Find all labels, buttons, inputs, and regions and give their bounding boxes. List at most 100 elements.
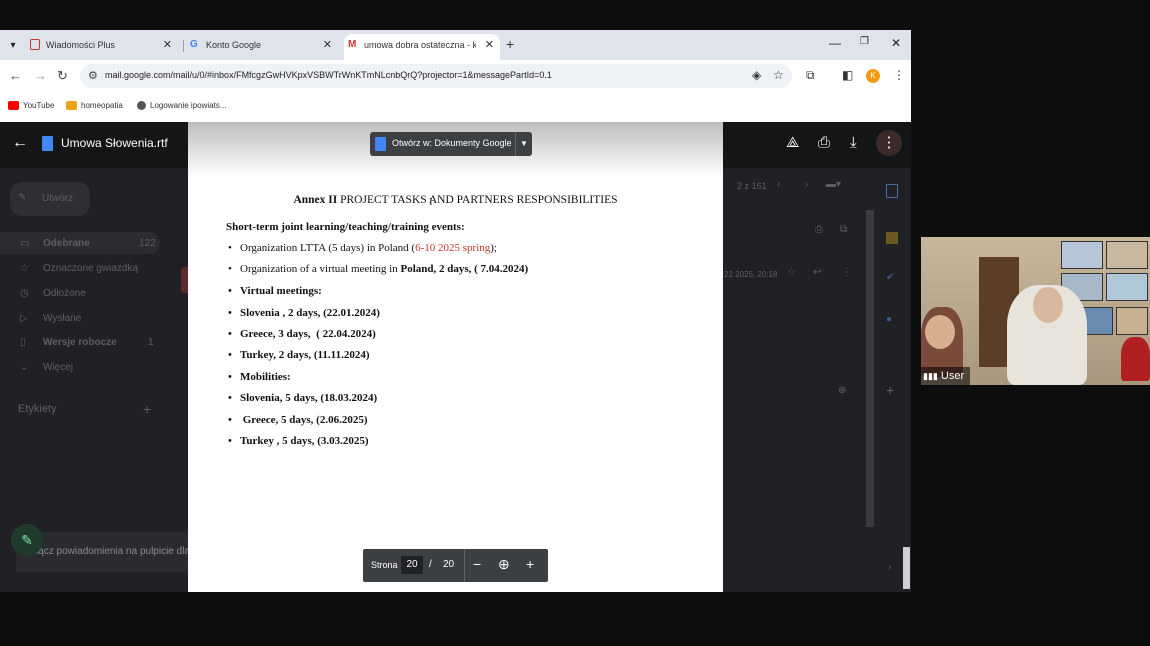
tab-gmail-umowa[interactable]: M umowa dobra ostateczna - kar ✕ (344, 34, 500, 60)
restore-icon[interactable]: ❐ (860, 36, 869, 47)
item-text: Turkey, 2 days, (11.11.2024) (240, 349, 370, 361)
dropdown-icon[interactable]: ▼ (515, 132, 532, 156)
youtube-icon (8, 101, 19, 111)
add-to-drive-icon[interactable]: ⟁ (786, 134, 799, 151)
print-icon[interactable]: ⎙ (818, 134, 830, 151)
lens-icon[interactable]: ◈ (752, 68, 761, 82)
item-text: Organization LTTA (5 days) in Poland ( (240, 242, 416, 254)
reload-icon[interactable]: ↻ (57, 68, 68, 84)
extensions-icon[interactable]: ⧉ (806, 68, 815, 83)
pencil-icon: ✎ (21, 532, 33, 548)
add-attachment-icon[interactable]: ⊕ (838, 385, 846, 396)
page-number-input[interactable]: 20 (401, 556, 423, 574)
annex-title: PROJECT TASKS AND PARTNERS RESPONSIBILIT… (337, 194, 618, 206)
item-text: Virtual meetings: (240, 285, 322, 297)
page-total: 20 (443, 559, 455, 570)
tab-wiadomosci-plus[interactable]: Wiadomości Plus ✕ (26, 34, 178, 60)
close-tab-icon[interactable]: ✕ (485, 34, 494, 56)
item-text: Mobilities: (240, 371, 291, 383)
tab-search-button[interactable]: ▾ (4, 37, 22, 55)
list-item: • Greece, 5 days, (2.06.2025) (228, 414, 368, 426)
sidebar-item-starred[interactable]: Oznaczone gwiazdką (43, 263, 138, 274)
bookmark-logowanie[interactable]: Logowanie ipowiats... (137, 101, 227, 111)
list-item: • Slovenia, 5 days, (18.03.2024) (228, 392, 378, 404)
bookmark-label: Logowanie ipowiats... (150, 101, 227, 110)
open-new-window-icon[interactable]: ⧉ (840, 224, 847, 235)
close-tab-icon[interactable]: ✕ (323, 34, 332, 56)
star-icon[interactable]: ☆ (787, 267, 796, 278)
pager-divider (464, 549, 465, 582)
document-page: Otwórz w: Dokumenty Google ▼ Annex II PR… (188, 122, 723, 592)
attachment-file-name: Umowa Słowenia.rtf (61, 136, 168, 150)
zoom-icon[interactable]: ⊕ (498, 556, 510, 573)
close-window-icon[interactable]: ✕ (891, 36, 901, 50)
bookmark-homeopatia[interactable]: homeopatia (66, 101, 123, 111)
viewer-scroll-thumb[interactable] (903, 547, 910, 589)
sidebar-item-more[interactable]: Więcej (43, 362, 73, 373)
expand-panel-icon[interactable]: › (888, 562, 891, 573)
keyboard-icon[interactable]: ▬▾ (826, 179, 841, 190)
next-icon[interactable]: › (805, 179, 808, 190)
side-panel-icon[interactable]: ◧ (842, 68, 853, 82)
reply-icon[interactable]: ↩ (813, 267, 821, 278)
tab-konto-google[interactable]: G Konto Google ✕ (186, 34, 338, 60)
docs-file-icon (42, 136, 53, 151)
annex-label: Annex II (293, 194, 338, 206)
open-with-docs-button[interactable]: Otwórz w: Dokumenty Google ▼ (370, 132, 532, 156)
wall-picture (1106, 241, 1148, 269)
item-date-red: 6-10 2025 spring (415, 242, 491, 254)
scrollbar[interactable] (866, 210, 874, 527)
page-navigator: Strona 20 / 20 − ⊕ + (363, 549, 548, 582)
download-icon[interactable]: ⤓ (850, 134, 857, 151)
calendar-icon[interactable] (886, 184, 898, 198)
list-item: • Organization of a virtual meeting in Po… (228, 263, 529, 275)
wp-favicon-icon (30, 39, 40, 50)
tasks-icon[interactable]: ✔ (886, 272, 894, 283)
minimize-icon[interactable]: — (829, 36, 841, 50)
sidebar-item-odebrane[interactable]: Odebrane (43, 238, 90, 249)
address-bar[interactable]: ⚙ mail.google.com/mail/u/0/#inbox/FMfcgz… (80, 64, 792, 88)
google-favicon-icon: G (190, 39, 198, 50)
keep-icon[interactable] (886, 232, 898, 244)
browser-menu-icon[interactable]: ⋮ (893, 68, 905, 82)
compose-label: Utwórz (42, 193, 74, 204)
forward-icon[interactable]: → (34, 68, 47, 83)
wall-picture (1061, 241, 1103, 269)
new-tab-button[interactable]: + (506, 36, 514, 52)
zoom-in-icon[interactable]: + (526, 556, 534, 572)
wall-picture (1106, 273, 1148, 301)
gmail-favicon-icon: M (348, 39, 357, 50)
back-icon[interactable]: ← (9, 68, 22, 83)
annex-heading: Annex II PROJECT TASKS AND PARTNERS RESP… (188, 194, 723, 206)
profile-avatar[interactable]: K (866, 69, 880, 83)
zoom-out-icon[interactable]: − (473, 556, 481, 572)
prev-icon[interactable]: ‹ (777, 179, 780, 190)
tab-title: umowa dobra ostateczna - kar (364, 40, 476, 50)
bookmark-star-icon[interactable]: ☆ (773, 68, 784, 82)
close-tab-icon[interactable]: ✕ (163, 34, 172, 56)
site-info-icon[interactable]: ⚙ (88, 69, 98, 82)
back-icon[interactable]: ← (12, 134, 28, 152)
compose-button[interactable]: ✎ Utwórz (10, 182, 90, 216)
list-item: • Turkey, 2 days, (11.11.2024) (228, 349, 370, 361)
bookmark-youtube[interactable]: YouTube (8, 101, 54, 111)
add-label-icon[interactable]: + (143, 401, 151, 417)
signal-bars-icon: ▮▮▮ (923, 371, 938, 381)
browser-window: ▾ Wiadomości Plus ✕ G Konto Google ✕ M u… (0, 30, 911, 592)
sidebar-item-sent[interactable]: Wysłane (43, 313, 81, 324)
sidebar-item-drafts[interactable]: Wersje robocze (43, 337, 117, 348)
item-text: Greece, 3 days, ( 22.04.2024) (240, 328, 376, 340)
compose-fab[interactable]: ✎ (11, 524, 43, 556)
inbox-icon: ▭ (20, 238, 30, 249)
sidebar-item-snoozed[interactable]: Odłożone (43, 288, 86, 299)
get-addons-icon[interactable]: + (886, 382, 894, 398)
print-icon[interactable]: ⎙ (815, 224, 823, 235)
page-label: Strona (371, 560, 398, 570)
contacts-icon[interactable]: ● (886, 314, 892, 325)
tab-title: Wiadomości Plus (46, 40, 116, 50)
list-item: • Turkey , 5 days, (3.03.2025) (228, 435, 369, 447)
events-subheading: Short-term joint learning/teaching/train… (226, 221, 465, 233)
more-vert-icon[interactable]: ⋮ (842, 267, 852, 278)
sidebar-count: 122 (139, 238, 156, 249)
more-options-icon[interactable]: ⋮ (876, 130, 902, 156)
